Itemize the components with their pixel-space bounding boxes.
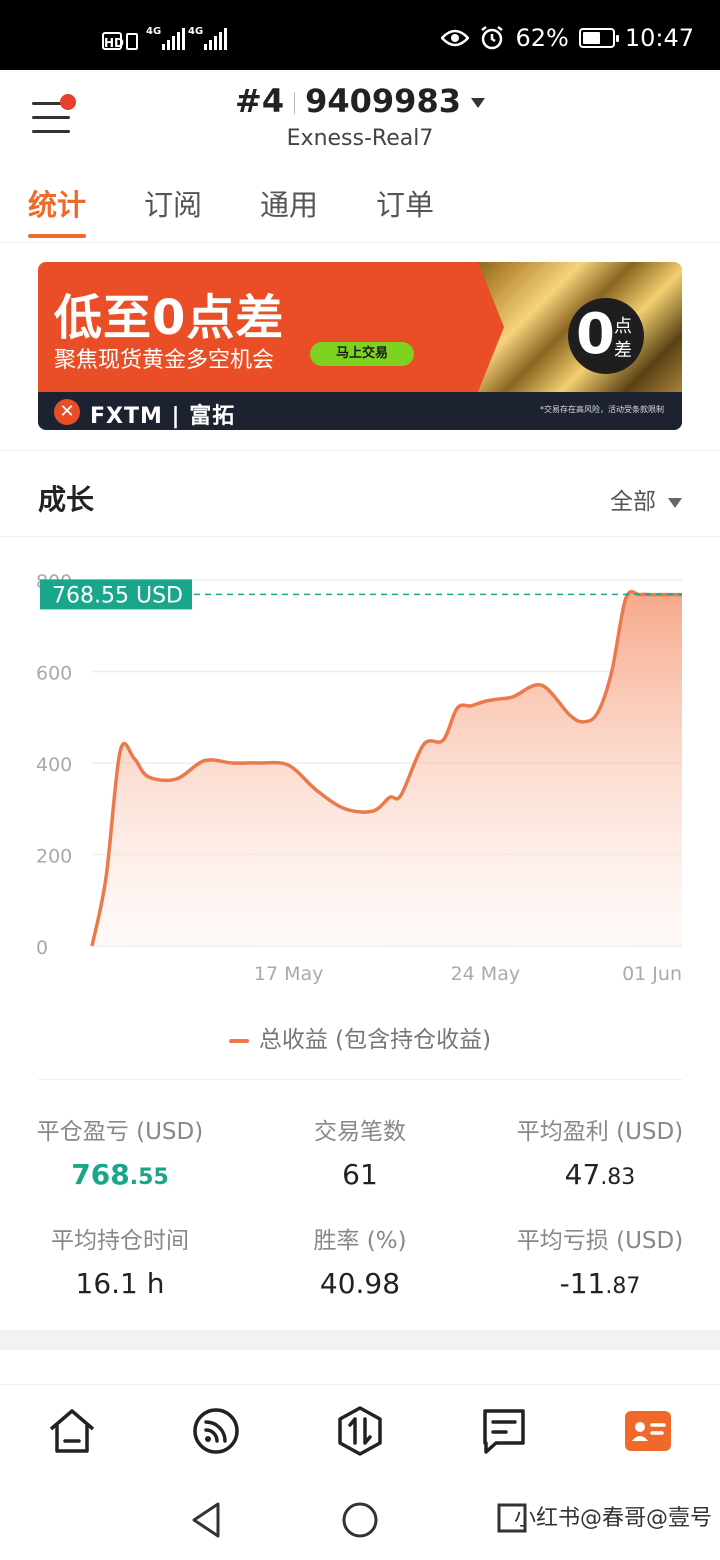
x-tick-label: 24 May [451,963,521,985]
chart-legend: 总收益 (包含持仓收益) [0,1020,720,1054]
nav-news[interactable] [478,1405,530,1457]
alarm-icon [481,26,504,50]
badge-digit: 0 [576,302,615,367]
status-right: 62% 10:47 [441,24,694,52]
tab-general[interactable]: 通用 [260,182,318,238]
stat-trade-count: 交易笔数 61 [240,1112,480,1191]
trade-icon [338,1406,382,1456]
stat-label: 平均盈利 (USD) [516,1119,684,1145]
x-tick-label: 17 May [254,963,324,985]
home-circle-icon[interactable] [340,1500,380,1540]
divider [0,450,720,451]
series-area [92,591,682,946]
section-separator [0,1330,720,1350]
stat-avg-loss: 平均亏损 (USD) -11.87 [480,1221,720,1300]
y-tick-label: 600 [36,663,72,685]
status-bar: HD 4G 4G 62% 10:47 [0,0,720,70]
current-value-label: 768.55 USD [52,583,183,608]
chevron-down-icon [470,98,485,108]
tab-bar: 统计 订阅 通用 订单 [28,182,434,238]
legend-label: 总收益 (包含持仓收益) [258,1027,492,1053]
tab-orders[interactable]: 订单 [376,182,434,238]
stat-label: 胜率 (%) [313,1228,407,1254]
stat-value: 16.1 h [75,1267,165,1300]
signal-icon [193,1408,239,1454]
stat-label: 平均持仓时间 [51,1228,189,1254]
divider [0,536,720,537]
divider [38,1079,682,1080]
stat-value: -11.87 [559,1267,641,1300]
watermark: 小红书@春哥@壹号 [513,1506,712,1531]
hd-call-icon [126,33,138,50]
clock: 10:47 [624,24,694,52]
tab-subscribe[interactable]: 订阅 [144,182,202,238]
range-dropdown[interactable]: 全部 [610,482,682,516]
growth-title: 成长 [38,483,95,516]
battery-icon [578,28,619,48]
fxtm-logo-icon: ✕ [54,399,80,425]
range-value: 全部 [610,489,656,515]
banner-footer: ✕ FXTM | 富拓 *交易存在高风险，活动受条款限制 [38,392,682,430]
account-number: 9409983 [305,82,461,120]
y-tick-label: 200 [36,846,72,868]
stat-win-rate: 胜率 (%) 40.98 [240,1221,480,1300]
badge-text: 差 [614,340,632,361]
stat-label: 平仓盈亏 (USD) [36,1119,204,1145]
signal-strength-icon-2: 4G [188,26,227,50]
legend-swatch [228,1038,249,1043]
stat-avg-holding-time: 平均持仓时间 16.1 h [0,1221,240,1300]
x-axis: 17 May 24 May 01 Jun [254,963,682,985]
stat-label: 交易笔数 [314,1119,406,1145]
stat-value: 768.55 [71,1158,169,1191]
nav-profile[interactable] [622,1405,674,1457]
promo-banner[interactable]: 低至0点差 聚焦现货黄金多空机会 马上交易 0 点 差 ✕ FXTM | 富拓 … [38,262,682,430]
tab-statistics[interactable]: 统计 [28,182,87,238]
battery-level [582,32,601,44]
battery-percent: 62% [515,24,569,52]
stat-value: 61 [342,1158,378,1191]
badge-text: 点 [614,316,632,337]
stat-value: 40.98 [319,1267,401,1300]
nav-signals[interactable] [190,1405,242,1457]
y-tick-label: 400 [36,754,72,776]
x-tick-label: 01 Jun [622,963,682,985]
stat-value: 47.83 [564,1158,636,1191]
hd-icon: HD [102,32,124,50]
account-separator [294,92,296,114]
stat-label: 平均亏损 (USD) [516,1228,684,1254]
zero-spread-badge: 0 点 差 [568,298,644,374]
stat-closed-pnl: 平仓盈亏 (USD) 768.55 [0,1112,240,1191]
server-name: Exness-Real7 [286,126,434,151]
y-axis: 0200400600800 [36,571,72,959]
banner-headline: 低至0点差 [54,290,285,346]
nav-trade[interactable] [334,1405,386,1457]
signal-strength-icon-1: 4G [146,26,185,50]
brand-name: FXTM | 富拓 [90,404,236,429]
y-tick-label: 0 [36,937,48,959]
nav-home[interactable] [46,1405,98,1457]
account-prefix: #4 [235,82,285,120]
news-icon [483,1409,525,1454]
banner-subline: 聚焦现货黄金多空机会 [54,348,275,373]
growth-chart: 0200400600800 17 May24 May01 Jun 768.55 … [36,571,682,985]
chevron-down-icon [668,497,682,508]
account-selector[interactable]: #4 9409983 [0,82,720,120]
divider [0,242,720,243]
stat-avg-profit: 平均盈利 (USD) 47.83 [480,1112,720,1191]
bottom-navigation [0,1384,720,1477]
home-icon [49,1409,95,1453]
back-icon[interactable] [188,1500,224,1540]
profile-icon [625,1411,671,1451]
banner-disclaimer: *交易存在高风险，活动受条款限制 [540,405,664,414]
trade-now-button[interactable]: 马上交易 [310,342,414,366]
eye-icon [441,29,470,47]
